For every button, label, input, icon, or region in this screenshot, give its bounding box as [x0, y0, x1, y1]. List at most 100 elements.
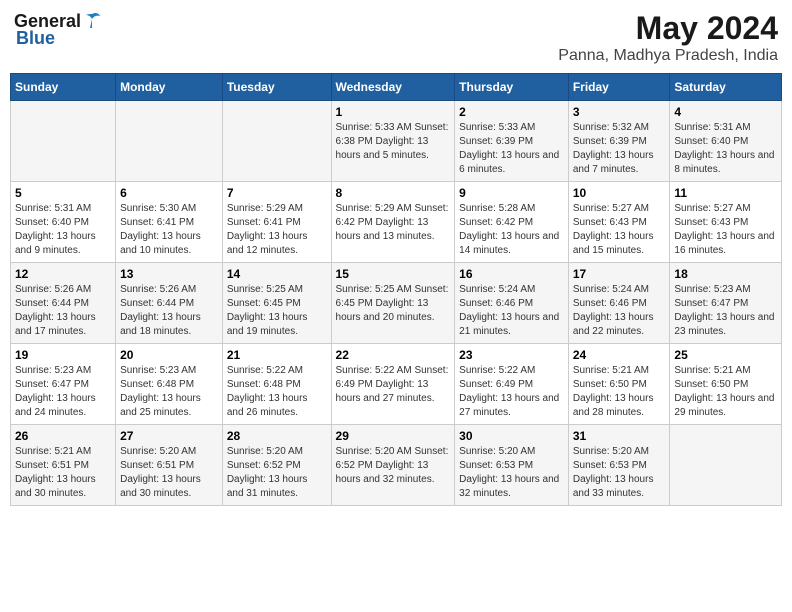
day-number: 16 [459, 267, 564, 281]
day-info: Sunrise: 5:21 AM Sunset: 6:51 PM Dayligh… [15, 445, 111, 501]
day-number: 20 [120, 348, 218, 362]
day-info: Sunrise: 5:22 AM Sunset: 6:49 PM Dayligh… [459, 364, 564, 420]
day-info: Sunrise: 5:25 AM Sunset: 6:45 PM Dayligh… [227, 283, 327, 339]
header-sunday: Sunday [11, 74, 116, 101]
day-number: 25 [674, 348, 777, 362]
day-number: 2 [459, 105, 564, 119]
calendar-cell: 16 Sunrise: 5:24 AM Sunset: 6:46 PM Dayli… [455, 263, 569, 344]
day-info: Sunrise: 5:32 AM Sunset: 6:39 PM Dayligh… [573, 121, 666, 177]
calendar-cell: 24 Sunrise: 5:21 AM Sunset: 6:50 PM Dayli… [568, 344, 670, 425]
week-row-1: 1Sunrise: 5:33 AM Sunset: 6:38 PM Daylig… [11, 101, 782, 182]
day-number: 24 [573, 348, 666, 362]
calendar-cell: 22Sunrise: 5:22 AM Sunset: 6:49 PM Dayli… [331, 344, 455, 425]
day-number: 27 [120, 429, 218, 443]
header-tuesday: Tuesday [222, 74, 331, 101]
title-section: May 2024 Panna, Madhya Pradesh, India [558, 10, 778, 65]
day-info: Sunrise: 5:30 AM Sunset: 6:41 PM Dayligh… [120, 202, 218, 258]
week-row-2: 5 Sunrise: 5:31 AM Sunset: 6:40 PM Daylig… [11, 182, 782, 263]
day-info: Sunrise: 5:20 AM Sunset: 6:53 PM Dayligh… [459, 445, 564, 501]
day-info: Sunrise: 5:21 AM Sunset: 6:50 PM Dayligh… [674, 364, 777, 420]
calendar-cell: 29 Sunrise: 5:20 AM Sunset: 6:52 PM Dayli… [331, 425, 455, 506]
day-number: 17 [573, 267, 666, 281]
day-number: 7 [227, 186, 327, 200]
day-number: 28 [227, 429, 327, 443]
calendar-cell: 14 Sunrise: 5:25 AM Sunset: 6:45 PM Dayli… [222, 263, 331, 344]
calendar-cell: 7 Sunrise: 5:29 AM Sunset: 6:41 PM Daylig… [222, 182, 331, 263]
week-row-3: 12 Sunrise: 5:26 AM Sunset: 6:44 PM Dayli… [11, 263, 782, 344]
calendar-cell: 15 Sunrise: 5:25 AM Sunset: 6:45 PM Dayli… [331, 263, 455, 344]
calendar-cell: 23 Sunrise: 5:22 AM Sunset: 6:49 PM Dayli… [455, 344, 569, 425]
day-info: Sunrise: 5:20 AM Sunset: 6:52 PM Dayligh… [227, 445, 327, 501]
day-info: Sunrise: 5:25 AM Sunset: 6:45 PM Dayligh… [336, 283, 451, 325]
header-friday: Friday [568, 74, 670, 101]
header-row: SundayMondayTuesdayWednesdayThursdayFrid… [11, 74, 782, 101]
day-number: 10 [573, 186, 666, 200]
calendar-cell [11, 101, 116, 182]
day-number: 21 [227, 348, 327, 362]
day-info: Sunrise: 5:29 AM Sunset: 6:42 PM Dayligh… [336, 202, 451, 244]
day-info: Sunrise: 5:24 AM Sunset: 6:46 PM Dayligh… [573, 283, 666, 339]
day-info: Sunrise: 5:28 AM Sunset: 6:42 PM Dayligh… [459, 202, 564, 258]
week-row-4: 19 Sunrise: 5:23 AM Sunset: 6:47 PM Dayli… [11, 344, 782, 425]
logo: General Blue [14, 10, 103, 49]
day-number: 19 [15, 348, 111, 362]
header-wednesday: Wednesday [331, 74, 455, 101]
day-number: 15 [336, 267, 451, 281]
calendar-cell: 25 Sunrise: 5:21 AM Sunset: 6:50 PM Dayli… [670, 344, 782, 425]
day-number: 9 [459, 186, 564, 200]
calendar-cell: 31 Sunrise: 5:20 AM Sunset: 6:53 PM Dayli… [568, 425, 670, 506]
day-info: Sunrise: 5:31 AM Sunset: 6:40 PM Dayligh… [674, 121, 777, 177]
header-saturday: Saturday [670, 74, 782, 101]
calendar-cell: 17 Sunrise: 5:24 AM Sunset: 6:46 PM Dayli… [568, 263, 670, 344]
day-info: Sunrise: 5:24 AM Sunset: 6:46 PM Dayligh… [459, 283, 564, 339]
day-number: 14 [227, 267, 327, 281]
day-number: 8 [336, 186, 451, 200]
day-number: 5 [15, 186, 111, 200]
calendar-cell: 8 Sunrise: 5:29 AM Sunset: 6:42 PM Daylig… [331, 182, 455, 263]
calendar-cell: 13 Sunrise: 5:26 AM Sunset: 6:44 PM Dayli… [116, 263, 223, 344]
day-number: 31 [573, 429, 666, 443]
day-info: Sunrise: 5:33 AM Sunset: 6:38 PM Dayligh… [336, 121, 451, 163]
day-number: 11 [674, 186, 777, 200]
calendar-cell: 26 Sunrise: 5:21 AM Sunset: 6:51 PM Dayli… [11, 425, 116, 506]
calendar-cell: 9 Sunrise: 5:28 AM Sunset: 6:42 PM Daylig… [455, 182, 569, 263]
calendar-cell: 11 Sunrise: 5:27 AM Sunset: 6:43 PM Dayli… [670, 182, 782, 263]
day-info: Sunrise: 5:29 AM Sunset: 6:41 PM Dayligh… [227, 202, 327, 258]
day-number: 22 [336, 348, 451, 362]
calendar-cell: 1Sunrise: 5:33 AM Sunset: 6:38 PM Daylig… [331, 101, 455, 182]
day-info: Sunrise: 5:23 AM Sunset: 6:48 PM Dayligh… [120, 364, 218, 420]
calendar-cell: 18Sunrise: 5:23 AM Sunset: 6:47 PM Dayli… [670, 263, 782, 344]
calendar-cell: 2 Sunrise: 5:33 AM Sunset: 6:39 PM Daylig… [455, 101, 569, 182]
day-info: Sunrise: 5:31 AM Sunset: 6:40 PM Dayligh… [15, 202, 111, 258]
day-info: Sunrise: 5:22 AM Sunset: 6:48 PM Dayligh… [227, 364, 327, 420]
calendar-cell: 4Sunrise: 5:31 AM Sunset: 6:40 PM Daylig… [670, 101, 782, 182]
day-info: Sunrise: 5:33 AM Sunset: 6:39 PM Dayligh… [459, 121, 564, 177]
calendar-cell [222, 101, 331, 182]
calendar-cell: 20 Sunrise: 5:23 AM Sunset: 6:48 PM Dayli… [116, 344, 223, 425]
day-number: 3 [573, 105, 666, 119]
calendar-cell: 12Sunrise: 5:26 AM Sunset: 6:44 PM Dayli… [11, 263, 116, 344]
day-number: 12 [15, 267, 111, 281]
day-info: Sunrise: 5:20 AM Sunset: 6:52 PM Dayligh… [336, 445, 451, 487]
day-info: Sunrise: 5:23 AM Sunset: 6:47 PM Dayligh… [15, 364, 111, 420]
calendar-cell: 3 Sunrise: 5:32 AM Sunset: 6:39 PM Daylig… [568, 101, 670, 182]
day-info: Sunrise: 5:27 AM Sunset: 6:43 PM Dayligh… [573, 202, 666, 258]
main-title: May 2024 [558, 10, 778, 47]
day-number: 23 [459, 348, 564, 362]
calendar-cell [670, 425, 782, 506]
day-number: 6 [120, 186, 218, 200]
day-info: Sunrise: 5:26 AM Sunset: 6:44 PM Dayligh… [120, 283, 218, 339]
week-row-5: 26 Sunrise: 5:21 AM Sunset: 6:51 PM Dayli… [11, 425, 782, 506]
day-number: 26 [15, 429, 111, 443]
logo-bird-icon [81, 10, 103, 32]
calendar-cell: 30Sunrise: 5:20 AM Sunset: 6:53 PM Dayli… [455, 425, 569, 506]
day-number: 13 [120, 267, 218, 281]
day-number: 29 [336, 429, 451, 443]
calendar-cell: 6 Sunrise: 5:30 AM Sunset: 6:41 PM Daylig… [116, 182, 223, 263]
logo-blue: Blue [16, 28, 55, 49]
day-info: Sunrise: 5:20 AM Sunset: 6:53 PM Dayligh… [573, 445, 666, 501]
calendar-cell: 21 Sunrise: 5:22 AM Sunset: 6:48 PM Dayli… [222, 344, 331, 425]
calendar-table: SundayMondayTuesdayWednesdayThursdayFrid… [10, 73, 782, 506]
day-info: Sunrise: 5:27 AM Sunset: 6:43 PM Dayligh… [674, 202, 777, 258]
day-info: Sunrise: 5:21 AM Sunset: 6:50 PM Dayligh… [573, 364, 666, 420]
